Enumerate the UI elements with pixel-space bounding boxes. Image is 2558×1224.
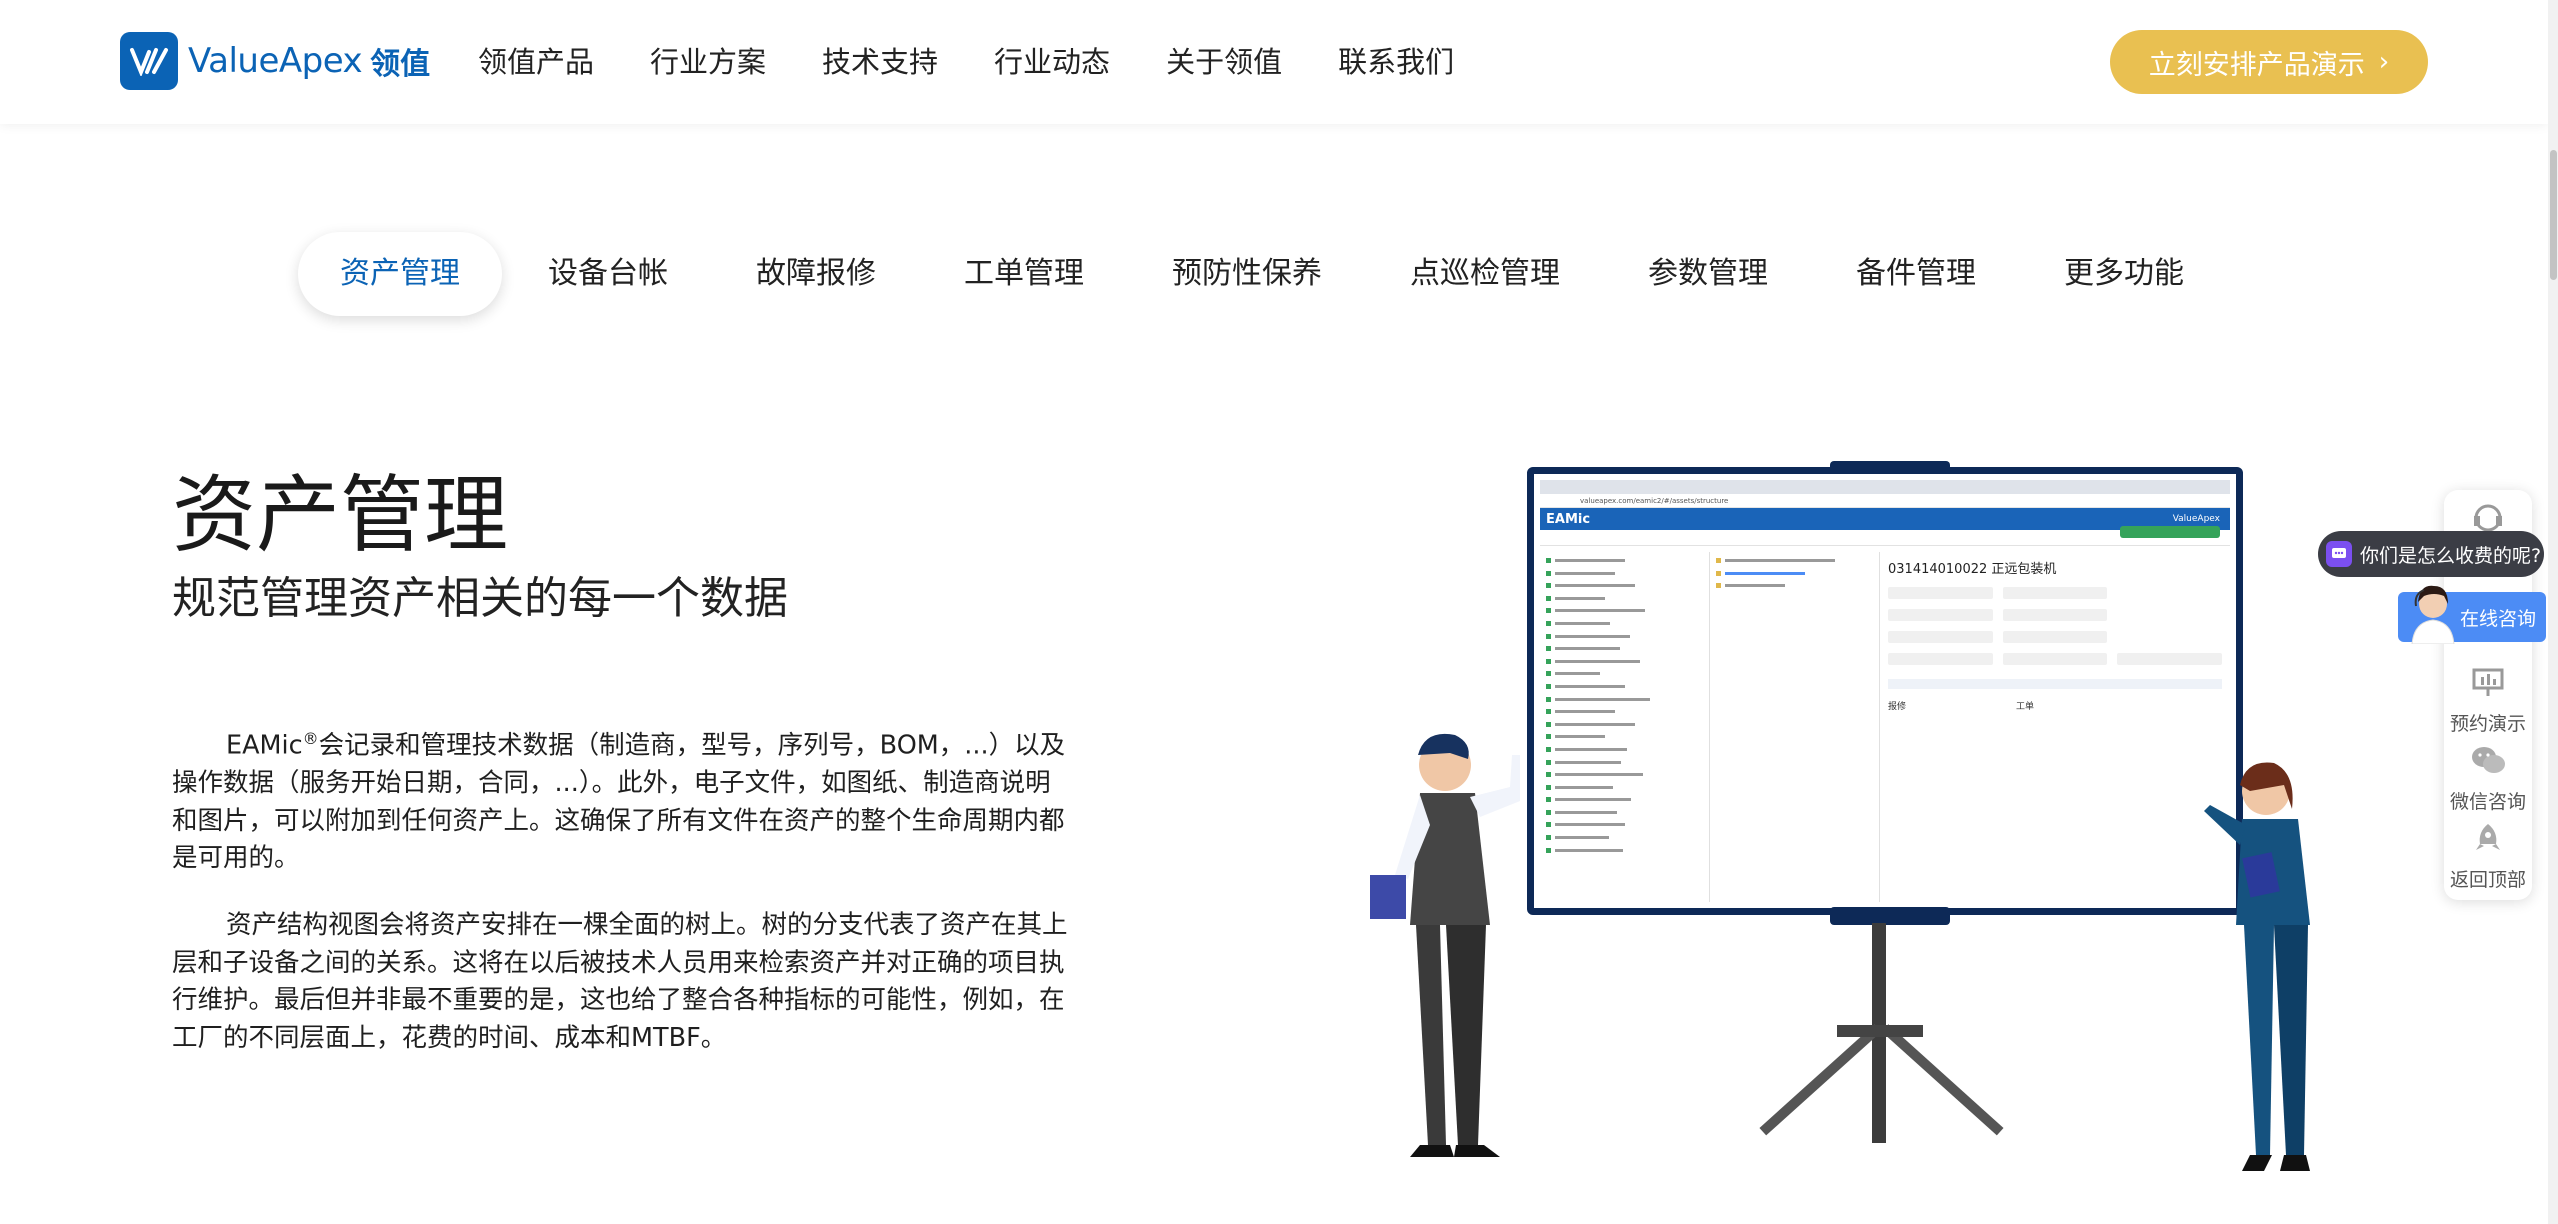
whiteboard: valueapex.com/eamic2/#/assets/structure … <box>1527 467 2243 915</box>
detail-section-order: 工单 <box>2016 702 2035 712</box>
nav-item-about[interactable]: 关于领值 <box>1166 40 1282 84</box>
online-consult-label: 在线咨询 <box>2459 607 2536 630</box>
p1-body: 会记录和管理技术数据（制造商，型号，序列号，BOM，...）以及操作数据（服务开… <box>172 730 1066 874</box>
tree-row <box>1546 758 1703 767</box>
logo-cn: 领值 <box>370 47 431 82</box>
tree-row <box>1546 820 1703 829</box>
section-subtitle: 规范管理资产相关的每一个数据 <box>172 573 788 624</box>
nav-item-products[interactable]: 领值产品 <box>478 40 594 84</box>
tree-row <box>1546 833 1703 842</box>
book-demo-label: 预约演示 <box>2449 713 2526 735</box>
asset-detail: 031414010022 正远包装机 报修 工单 <box>1880 552 2230 902</box>
easel-leg-left <box>1759 1024 1882 1136</box>
agent-avatar <box>2411 585 2455 644</box>
main-nav: 领值产品 行业方案 技术支持 行业动态 关于领值 联系我们 <box>478 40 1510 84</box>
asset-list <box>1710 552 1880 902</box>
tree-row <box>1546 682 1703 691</box>
tab-inspection[interactable]: 点巡检管理 <box>1368 232 1602 316</box>
tree-row <box>1546 556 1703 565</box>
back-to-top-button[interactable]: 返回顶部 <box>2444 822 2532 892</box>
browser-tabbar <box>1540 480 2230 494</box>
easel-leg-right <box>1881 1024 2004 1136</box>
description-paragraph-2: 资产结构视图会将资产安排在一棵全面的树上。树的分支代表了资产在其上层和子设备之间… <box>172 910 1068 1053</box>
tree-row <box>1546 581 1703 590</box>
tree-row <box>1546 783 1703 792</box>
woman-presenter-figure <box>2204 762 2310 1171</box>
tree-row <box>1546 795 1703 804</box>
presentation-illustration: valueapex.com/eamic2/#/assets/structure … <box>1340 455 2310 1195</box>
logo-mark-icon <box>120 32 178 90</box>
wechat-icon <box>2472 747 2505 773</box>
board-bottom-clip <box>1830 907 1950 925</box>
section-title: 资产管理 <box>172 466 509 564</box>
tree-row <box>1546 644 1703 653</box>
tree-row <box>1546 594 1703 603</box>
schedule-demo-button[interactable]: 立刻安排产品演示 › <box>2110 30 2428 94</box>
asset-tree <box>1540 552 1710 902</box>
faq-bubble[interactable]: 你们是怎么收费的呢? <box>2318 531 2544 577</box>
chevron-right-icon: › <box>2378 47 2390 77</box>
tree-row <box>1546 606 1703 615</box>
wechat-consult-label: 微信咨询 <box>2449 791 2526 813</box>
logo-text: ValueApex <box>188 41 363 81</box>
tree-row <box>1546 770 1703 779</box>
list-row <box>1716 569 1873 578</box>
tab-spare-parts[interactable]: 备件管理 <box>1814 232 2018 316</box>
tab-equipment-ledger[interactable]: 设备台帐 <box>506 232 710 316</box>
tab-fault-report[interactable]: 故障报修 <box>714 232 918 316</box>
site-header: ValueApex 领值 领值产品 行业方案 技术支持 行业动态 关于领值 联系… <box>0 0 2548 124</box>
nav-item-solutions[interactable]: 行业方案 <box>650 40 766 84</box>
back-to-top-label: 返回顶部 <box>2449 869 2526 891</box>
tree-row <box>1546 657 1703 666</box>
faq-bubble-text: 你们是怎么收费的呢? <box>2360 544 2542 567</box>
nav-item-support[interactable]: 技术支持 <box>822 40 938 84</box>
list-row <box>1716 581 1873 590</box>
easel-crossbar <box>1837 1025 1923 1037</box>
registered-mark: ® <box>302 729 319 748</box>
app-screenshot: valueapex.com/eamic2/#/assets/structure … <box>1540 480 2230 902</box>
feature-tabs: 资产管理 设备台帐 故障报修 工单管理 预防性保养 点巡检管理 参数管理 备件管… <box>298 232 2230 316</box>
tab-more-features[interactable]: 更多功能 <box>2022 232 2226 316</box>
nav-item-contact[interactable]: 联系我们 <box>1338 40 1454 84</box>
headset-icon <box>2474 504 2502 532</box>
browser-url: valueapex.com/eamic2/#/assets/structure <box>1540 494 2230 508</box>
scrollbar-thumb[interactable] <box>2550 150 2557 280</box>
tree-row <box>1546 745 1703 754</box>
tree-row <box>1546 569 1703 578</box>
tree-row <box>1546 669 1703 678</box>
tab-parameters[interactable]: 参数管理 <box>1606 232 1810 316</box>
app-brand: ValueApex <box>2172 514 2220 524</box>
rocket-icon <box>2476 824 2500 850</box>
tree-row <box>1546 619 1703 628</box>
brand-name: EAMic <box>226 730 303 761</box>
nav-item-news[interactable]: 行业动态 <box>994 40 1110 84</box>
tree-row <box>1546 707 1703 716</box>
asset-code: 031414010022 正远包装机 <box>1888 562 2057 577</box>
tree-row <box>1546 808 1703 817</box>
brand-logo[interactable]: ValueApex 领值 <box>120 32 430 90</box>
tree-row <box>1546 695 1703 704</box>
app-body: 031414010022 正远包装机 报修 工单 <box>1540 552 2230 902</box>
tab-asset-management[interactable]: 资产管理 <box>298 232 502 316</box>
tab-preventive-maintenance[interactable]: 预防性保养 <box>1130 232 1364 316</box>
tab-work-order[interactable]: 工单管理 <box>922 232 1126 316</box>
tree-row <box>1546 720 1703 729</box>
tree-row <box>1546 632 1703 641</box>
description-paragraph-1: EAMic®会记录和管理技术数据（制造商，型号，序列号，BOM，...）以及操作… <box>172 720 1072 878</box>
detail-section-repair: 报修 <box>1888 702 1907 712</box>
cta-label: 立刻安排产品演示 <box>2148 49 2365 81</box>
tree-row <box>1546 732 1703 741</box>
book-demo-button[interactable]: 预约演示 <box>2444 666 2532 736</box>
presentation-board-icon <box>2472 668 2504 696</box>
wechat-consult-button[interactable]: 微信咨询 <box>2444 744 2532 814</box>
app-logo: EAMic <box>1546 511 1591 527</box>
app-menu <box>1614 510 1626 529</box>
list-row <box>1716 556 1873 565</box>
app-add-button <box>2120 526 2220 538</box>
chat-bubble-icon <box>2326 541 2352 567</box>
tree-row <box>1546 846 1703 855</box>
man-presenter-figure <box>1370 733 1520 1157</box>
